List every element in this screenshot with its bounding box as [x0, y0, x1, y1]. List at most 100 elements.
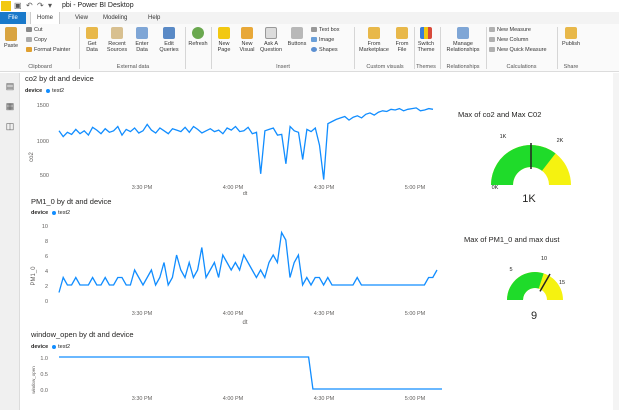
enter-data-button[interactable]: Enter Data: [132, 27, 152, 53]
pm-gauge-title: Max of PM1_0 and max dust: [464, 235, 560, 244]
speech-bubble-icon: [265, 27, 277, 39]
refresh-label: Refresh: [188, 41, 208, 47]
new-measure-label: New Measure: [497, 27, 531, 33]
pm-gauge[interactable]: 5 10 15: [500, 250, 570, 310]
manage-relationships-label: Manage Relationships: [446, 41, 480, 53]
new-measure-button[interactable]: New Measure: [489, 27, 531, 34]
pm1-x-tick: 5:00 PM: [405, 311, 426, 317]
relationships-view-icon[interactable]: ◫: [5, 121, 15, 131]
pm-gauge-value: 9: [530, 310, 538, 322]
co2-chart-title: co2 by dt and device: [25, 74, 94, 83]
legend-title: device: [25, 88, 43, 94]
new-page-button[interactable]: New Page: [214, 27, 234, 53]
ribbon-separator: [211, 27, 212, 69]
window-y-tick: 0.0: [40, 388, 48, 394]
database-icon: [86, 27, 98, 39]
pm1-chart[interactable]: PM1_0 10 8 6 4 2 0 3:30 PM 4:00 PM 4:30 …: [21, 218, 461, 330]
co2-gauge-title: Max of co2 and Max C02: [458, 110, 542, 119]
gauge-value-arc: [491, 144, 556, 185]
tab-help[interactable]: Help: [148, 12, 160, 24]
save-icon[interactable]: ▣: [14, 1, 22, 10]
legend-item: test2: [52, 88, 65, 94]
window-chart[interactable]: window_open 1.0 0.5 0.0 3:30 PM 4:00 PM …: [21, 350, 461, 408]
pm1-legend: device test2: [31, 210, 70, 216]
data-view-icon[interactable]: ▦: [5, 101, 15, 111]
tab-view[interactable]: View: [75, 12, 88, 24]
new-visual-label: New Visual: [239, 41, 255, 53]
copy-icon: [26, 37, 32, 43]
format-painter-button[interactable]: Format Painter: [26, 47, 70, 54]
recent-sources-button[interactable]: Recent Sources: [104, 27, 130, 53]
co2-series-line: [58, 107, 434, 180]
new-quick-measure-button[interactable]: New Quick Measure: [489, 47, 547, 54]
publish-label: Publish: [561, 41, 581, 47]
redo-icon[interactable]: ↷: [37, 1, 44, 10]
buttons-label: Buttons: [287, 41, 307, 47]
window-chart-title: window_open by dt and device: [31, 330, 134, 339]
pm1-y-tick: 8: [45, 239, 48, 245]
new-column-label: New Column: [497, 37, 529, 43]
gauge-target-label: 5: [509, 267, 512, 273]
image-button[interactable]: Image: [311, 37, 334, 44]
paste-button[interactable]: Paste: [2, 27, 20, 49]
co2-chart[interactable]: co2 1500 1000 500 3:30 PM 4:00 PM 4:30 P…: [21, 95, 461, 195]
text-box-button[interactable]: Text box: [311, 27, 339, 34]
from-marketplace-button[interactable]: From Marketplace: [357, 27, 391, 53]
get-data-button[interactable]: Get Data: [82, 27, 102, 53]
window-x-tick: 4:30 PM: [314, 396, 335, 402]
file-menu[interactable]: File: [0, 12, 26, 24]
ribbon-separator: [557, 27, 558, 69]
text-box-label: Text box: [319, 27, 340, 33]
customize-toolbar-icon[interactable]: ▾: [48, 1, 52, 10]
new-column-button[interactable]: New Column: [489, 37, 528, 44]
buttons-button[interactable]: Buttons: [285, 27, 309, 47]
manage-relationships-button[interactable]: Manage Relationships: [443, 27, 483, 53]
from-file-button[interactable]: From File: [391, 27, 413, 53]
copy-button[interactable]: Copy: [26, 37, 47, 44]
co2-x-tick: 3:30 PM: [132, 185, 153, 191]
switch-theme-button[interactable]: Switch Theme: [416, 27, 436, 53]
column-icon: [489, 37, 495, 43]
format-painter-label: Format Painter: [34, 47, 71, 53]
co2-legend: device test2: [25, 88, 64, 94]
co2-gauge[interactable]: 1K 2K 0K: [481, 125, 581, 195]
view-switcher: ▤ ▦ ◫: [0, 73, 20, 410]
ask-question-button[interactable]: Ask A Question: [259, 27, 283, 53]
tab-modeling[interactable]: Modeling: [103, 12, 127, 24]
ribbon-separator: [414, 27, 415, 69]
new-page-icon: [218, 27, 230, 39]
paste-label: Paste: [3, 43, 19, 49]
pm1-x-tick: 4:00 PM: [223, 311, 244, 317]
gauge-max-label: 2K: [557, 138, 564, 144]
co2-x-tick: 4:00 PM: [223, 185, 244, 191]
gauge-min-label: 0K: [492, 185, 499, 191]
recent-sources-icon: [111, 27, 123, 39]
group-label-clipboard: Clipboard: [28, 64, 52, 70]
publish-button[interactable]: Publish: [560, 27, 582, 47]
window-x-tick: 5:00 PM: [405, 396, 426, 402]
enter-data-label: Enter Data: [135, 41, 149, 53]
vertical-scrollbar[interactable]: [613, 73, 619, 410]
ask-question-label: Ask A Question: [259, 41, 282, 53]
new-visual-button[interactable]: New Visual: [236, 27, 258, 53]
cut-button[interactable]: Cut: [26, 27, 43, 34]
undo-icon[interactable]: ↶: [26, 1, 33, 10]
ribbon-separator: [185, 27, 186, 69]
group-label-external-data: External data: [116, 64, 150, 70]
cut-label: Cut: [34, 27, 43, 33]
refresh-button[interactable]: Refresh: [187, 27, 209, 47]
group-label-insert: Insert: [276, 64, 290, 70]
report-view-icon[interactable]: ▤: [5, 81, 15, 91]
ribbon-separator: [354, 27, 355, 69]
tab-home[interactable]: Home: [30, 12, 61, 24]
copy-label: Copy: [34, 37, 47, 43]
gauge-target-label: 1K: [500, 134, 507, 140]
group-label-calculations: Calculations: [506, 64, 537, 70]
table-icon: [136, 27, 148, 39]
shapes-button[interactable]: Shapes: [311, 47, 338, 54]
pm1-y-tick: 10: [42, 224, 48, 230]
relationships-icon: [457, 27, 469, 39]
co2-y-tick: 1000: [37, 139, 49, 145]
co2-y-axis-title: co2: [29, 152, 35, 162]
edit-queries-button[interactable]: Edit Queries: [156, 27, 182, 53]
